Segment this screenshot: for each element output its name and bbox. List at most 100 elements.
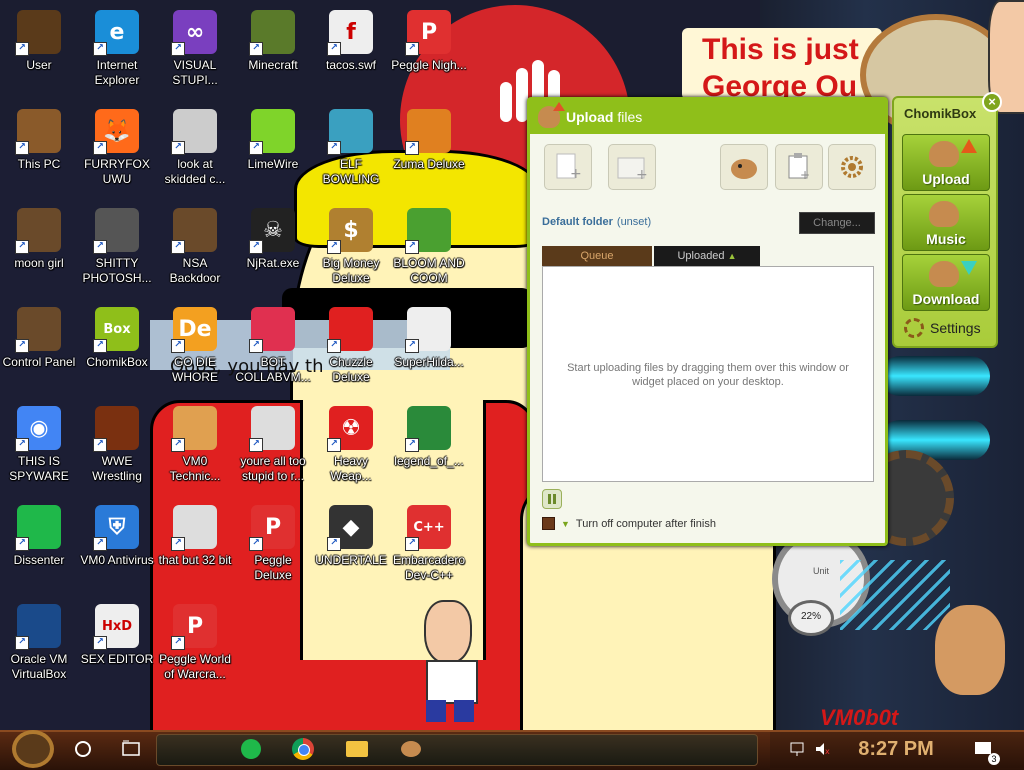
desktop-icon-label: SHITTY PHOTOSH... xyxy=(82,256,152,285)
desktop-icon[interactable]: f ↗ tacos.swf xyxy=(312,4,390,100)
desktop-icon[interactable]: P ↗ Peggle Nigh... xyxy=(390,4,468,100)
swf-file-icon: f ↗ xyxy=(327,10,373,56)
desktop-icon[interactable]: ↗ legend_of_... xyxy=(390,400,468,496)
desktop-icon[interactable]: ☠ ↗ NjRat.exe xyxy=(234,202,312,298)
change-folder-button[interactable]: Change... xyxy=(799,212,875,234)
taskbar-chomikbox[interactable] xyxy=(396,735,426,763)
wallpaper-tube-1 xyxy=(880,356,990,396)
shortcut-arrow-icon: ↗ xyxy=(15,339,29,353)
desktop-icon-label: Chuzzle Deluxe xyxy=(329,355,373,384)
desktop-icon-label: VM0 Antivirus xyxy=(80,553,154,567)
volume-tray-icon[interactable]: x xyxy=(812,735,834,763)
mute-icon: x xyxy=(816,743,830,756)
desktop-icon[interactable]: e ↗ Internet Explorer xyxy=(78,4,156,100)
desktop-icon[interactable]: ↗ NSA Backdoor xyxy=(156,202,234,298)
desktop-icon[interactable]: ↗ that but 32 bit xyxy=(156,499,234,595)
tab-queue[interactable]: Queue xyxy=(542,246,652,266)
music-button[interactable]: Music xyxy=(902,194,990,251)
desktop-icon[interactable]: ↗ Chuzzle Deluxe xyxy=(312,301,390,397)
start-button[interactable] xyxy=(8,730,58,768)
desktop-icon[interactable]: ↗ ELF BOWLING xyxy=(312,103,390,199)
taskbar-file-explorer[interactable] xyxy=(342,735,372,763)
desktop-icon[interactable]: ∞ ↗ VISUAL STUPI... xyxy=(156,4,234,100)
settings-button[interactable] xyxy=(828,144,876,190)
edge-icon: e ↗ xyxy=(93,10,139,56)
taskbar-dissenter[interactable] xyxy=(236,735,266,763)
desktop-icon[interactable]: ☢ ↗ Heavy Weap... xyxy=(312,400,390,496)
desktop-icon[interactable]: ↗ moon girl xyxy=(0,202,78,298)
upload-window-titlebar[interactable]: Upload files xyxy=(530,100,885,134)
desktop-icon[interactable]: ↗ Control Panel xyxy=(0,301,78,397)
desktop-icon[interactable]: ↗ youre all too stupid to r... xyxy=(234,400,312,496)
desktop-icon[interactable]: Box ↗ ChomikBox xyxy=(78,301,156,397)
wallpaper-bill-figure xyxy=(418,600,482,722)
circle-search-icon xyxy=(75,741,91,757)
pause-button[interactable] xyxy=(542,489,562,509)
add-files-button[interactable]: + xyxy=(544,144,592,190)
limewire-icon: ↗ xyxy=(249,109,295,155)
download-button[interactable]: Download xyxy=(902,254,990,311)
gimp-icon: ↗ xyxy=(93,208,139,254)
shortcut-arrow-icon: ↗ xyxy=(171,636,185,650)
desktop-icon-label: VISUAL STUPI... xyxy=(172,58,218,87)
desktop-icon[interactable]: ↗ LimeWire xyxy=(234,103,312,199)
desktop-icon[interactable]: HxD ↗ SEX EDITOR xyxy=(78,598,156,694)
taskbar-chrome[interactable] xyxy=(288,735,318,763)
widget-settings-link[interactable]: Settings xyxy=(904,318,981,338)
desktop-icon[interactable]: P ↗ Peggle Deluxe xyxy=(234,499,312,595)
desktop-icon[interactable]: ↗ User xyxy=(0,4,78,100)
monitor-icon: ↗ xyxy=(249,307,295,353)
shortcut-arrow-icon: ↗ xyxy=(327,42,341,56)
cbox-close-button[interactable]: × xyxy=(982,92,1002,112)
desktop-icon-label: tacos.swf xyxy=(325,58,376,72)
turn-off-option[interactable]: ▼ Turn off computer after finish xyxy=(542,517,716,530)
task-view-button[interactable] xyxy=(116,735,146,763)
shortcut-arrow-icon: ↗ xyxy=(15,141,29,155)
search-button[interactable] xyxy=(68,735,98,763)
chomikbox-icon: Box ↗ xyxy=(93,307,139,353)
desktop-icon[interactable]: ↗ BLOOM AND COOM xyxy=(390,202,468,298)
upload-queue-list[interactable]: Start uploading files by dragging them o… xyxy=(542,266,874,482)
shortcut-arrow-icon: ↗ xyxy=(405,141,419,155)
desktop-icon[interactable]: C++ ↗ Embarcadero Dev-C++ xyxy=(390,499,468,595)
tab-uploaded[interactable]: Uploaded ▲ xyxy=(654,246,760,266)
desktop-icon[interactable]: ↗ VM0 Technic... xyxy=(156,400,234,496)
desktop-icon[interactable]: De ↗ GO DIE WHORE xyxy=(156,301,234,397)
desktop-icon[interactable]: ↗ Dissenter xyxy=(0,499,78,595)
desktop-icon[interactable]: ↗ BOT COLLABVM... xyxy=(234,301,312,397)
add-folder-button[interactable]: + xyxy=(608,144,656,190)
desktop-icon[interactable]: ⛨ ↗ VM0 Antivirus xyxy=(78,499,156,595)
desktop-icon[interactable]: ↗ Zuma Deluxe xyxy=(390,103,468,199)
portrait-icon: ↗ xyxy=(171,505,217,551)
desktop-icon[interactable]: $ ↗ Big Money Deluxe xyxy=(312,202,390,298)
shortcut-arrow-icon: ↗ xyxy=(327,537,341,551)
shortcut-arrow-icon: ↗ xyxy=(249,339,263,353)
desktop-icon[interactable]: ◆ ↗ UNDERTALE xyxy=(312,499,390,595)
desktop-icon[interactable]: ↗ SuperHilda... xyxy=(390,301,468,397)
desktop-icon[interactable]: ↗ SHITTY PHOTOSH... xyxy=(78,202,156,298)
wrestling-icon: ↗ xyxy=(93,406,139,452)
turn-off-checkbox[interactable] xyxy=(542,517,555,530)
shortcut-arrow-icon: ↗ xyxy=(249,537,263,551)
svg-text:+: + xyxy=(800,168,810,182)
shortcut-arrow-icon: ↗ xyxy=(171,240,185,254)
notification-button[interactable]: 3 xyxy=(970,735,1000,765)
network-tray-icon[interactable] xyxy=(788,735,808,763)
banner-text-1: This is just xyxy=(702,33,859,66)
chomik-button[interactable] xyxy=(720,144,768,190)
desktop-icon[interactable]: ↗ This PC xyxy=(0,103,78,199)
desktop-icon[interactable]: P ↗ Peggle World of Warcra... xyxy=(156,598,234,694)
desktop-icon[interactable]: ◉ ↗ THIS IS SPYWARE xyxy=(0,400,78,496)
clock[interactable]: 8:27 PM xyxy=(846,735,946,763)
shortcut-arrow-icon: ↗ xyxy=(171,537,185,551)
desktop-icon[interactable]: 🦊 ↗ FURRYFOX UWU xyxy=(78,103,156,199)
desktop-icon[interactable]: ↗ look at skidded c... xyxy=(156,103,234,199)
desktop-icon[interactable]: ↗ Oracle VM VirtualBox xyxy=(0,598,78,694)
desktop-icon[interactable]: ↗ Minecraft xyxy=(234,4,312,100)
shortcut-arrow-icon: ↗ xyxy=(15,438,29,452)
paste-button[interactable]: + xyxy=(775,144,823,190)
desktop-icon[interactable]: ↗ WWE Wrestling xyxy=(78,400,156,496)
upload-button[interactable]: Upload xyxy=(902,134,990,191)
desktop-icon-label: Zuma Deluxe xyxy=(393,157,465,171)
wallpaper-watermark: VM0b0t xyxy=(820,705,899,730)
